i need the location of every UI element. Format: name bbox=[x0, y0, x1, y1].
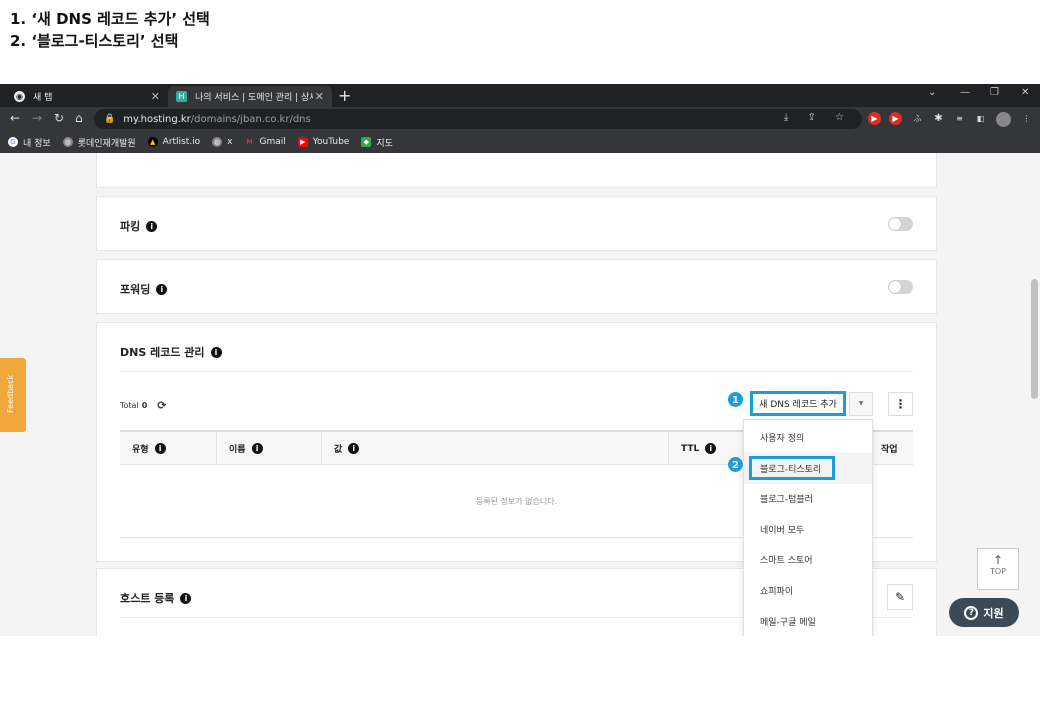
info-icon[interactable]: i bbox=[251, 443, 263, 454]
artlist-icon: ▲ bbox=[147, 137, 158, 147]
forward-icon[interactable]: → bbox=[32, 111, 42, 125]
new-dns-record-button[interactable]: 새 DNS 레코드 추가 bbox=[750, 391, 846, 416]
step-2-marker: 2 bbox=[727, 456, 744, 473]
bookmark-item[interactable]: ◍ x bbox=[212, 137, 232, 147]
previous-card bbox=[96, 153, 937, 188]
tab-new-tab[interactable]: ◉ 새 탭 ✕ bbox=[6, 86, 168, 107]
parking-title: 파킹 i bbox=[120, 218, 158, 234]
bookmark-item[interactable]: ▲ Artlist.io bbox=[147, 137, 200, 147]
extension-icon[interactable]: ふ bbox=[911, 112, 924, 125]
column-name: 이름 i bbox=[217, 432, 322, 465]
forwarding-toggle[interactable] bbox=[888, 280, 913, 294]
scrollbar[interactable] bbox=[1031, 279, 1038, 399]
info-icon[interactable]: i bbox=[156, 283, 168, 295]
forwarding-title: 포워딩 i bbox=[120, 281, 168, 297]
host-title: 호스트 등록 i bbox=[120, 590, 192, 606]
url-path: /domains/jban.co.kr/dns bbox=[190, 113, 311, 125]
puzzle-icon[interactable]: ✱ bbox=[932, 112, 945, 125]
dropdown-item-custom[interactable]: 사용자 정의 bbox=[744, 422, 872, 453]
side-panel-icon[interactable]: ◧ bbox=[974, 112, 987, 125]
refresh-icon[interactable]: ⟳ bbox=[157, 399, 166, 412]
column-type: 유형 i bbox=[120, 432, 217, 465]
divider bbox=[120, 371, 913, 372]
back-icon[interactable]: ← bbox=[10, 111, 20, 125]
globe-icon: ◍ bbox=[212, 137, 223, 147]
restore-icon[interactable]: ❐ bbox=[990, 87, 999, 98]
avatar[interactable] bbox=[996, 112, 1011, 127]
question-icon: ? bbox=[964, 605, 979, 620]
google-icon: G bbox=[8, 137, 18, 147]
pencil-icon[interactable]: ✎ bbox=[887, 584, 913, 610]
tab-label: 나의 서비스 | 도메인 관리 | 상세 bbox=[195, 93, 313, 103]
forwarding-card: 포워딩 i bbox=[96, 259, 937, 314]
new-tab-button[interactable]: + bbox=[338, 86, 351, 105]
instruction-text: 1. ‘새 DNS 레코드 추가’ 선택 2. ‘블로그-티스토리’ 선택 bbox=[10, 8, 210, 52]
scroll-top-button[interactable]: ↑ TOP bbox=[977, 548, 1019, 590]
bookmark-item[interactable]: ◍ 롯데인재개발원 bbox=[62, 136, 136, 149]
step-1-marker: 1 bbox=[727, 391, 744, 408]
page-content: 파킹 i 포워딩 i DNS 레코드 관리 i Total 0 ⟳ 1 새 DNS 레코… bbox=[0, 153, 1040, 636]
support-button[interactable]: ? 지원 bbox=[949, 598, 1019, 627]
gmail-icon: M bbox=[244, 137, 255, 147]
parking-toggle[interactable] bbox=[888, 217, 913, 231]
hosting-favicon-icon: H bbox=[176, 91, 187, 102]
instruction-step-2: 2. ‘블로그-티스토리’ 선택 bbox=[10, 32, 179, 50]
window-close-icon[interactable]: ✕ bbox=[1021, 87, 1029, 98]
highlight-box bbox=[749, 456, 835, 480]
globe-icon: ◍ bbox=[62, 137, 73, 147]
info-icon[interactable]: i bbox=[180, 592, 192, 604]
bookmarks-bar: G내 정보 ◍ 롯데인재개발원 ▲ Artlist.io ◍ x M Gmail ▶ Yo… bbox=[0, 131, 1040, 153]
more-options-button[interactable]: ⋮ bbox=[888, 392, 913, 416]
dropdown-item-google-mail[interactable]: 메일-구글 메일 bbox=[744, 606, 872, 636]
url-host: my.hosting.kr bbox=[123, 113, 191, 125]
column-value: 값i bbox=[322, 432, 669, 465]
star-icon[interactable]: ⤓ ⇪ ☆ bbox=[784, 112, 852, 123]
browser-window: ◉ 새 탭 ✕ H 나의 서비스 | 도메인 관리 | 상세 ✕ + ⌄ — ❐… bbox=[0, 84, 1040, 636]
total-count: Total 0 ⟳ bbox=[120, 399, 167, 412]
extension-red-play-icon[interactable]: ▶ bbox=[868, 112, 881, 125]
feedback-tab[interactable]: Feedback bbox=[0, 358, 26, 432]
kebab-menu-icon[interactable]: ⋮ bbox=[1020, 112, 1033, 125]
extension-red-play-icon[interactable]: ▶ bbox=[889, 112, 902, 125]
info-icon[interactable]: i bbox=[348, 443, 360, 454]
close-icon[interactable]: ✕ bbox=[315, 90, 324, 103]
tab-bar: ◉ 새 탭 ✕ H 나의 서비스 | 도메인 관리 | 상세 ✕ + ⌄ — ❐… bbox=[0, 84, 1040, 107]
column-action: 작업 bbox=[881, 445, 898, 455]
bookmark-item[interactable]: M Gmail bbox=[244, 137, 286, 147]
info-icon[interactable]: i bbox=[705, 443, 717, 454]
tab-label: 새 탭 bbox=[33, 93, 53, 103]
info-icon[interactable]: i bbox=[154, 443, 166, 454]
info-icon[interactable]: i bbox=[210, 346, 222, 358]
dropdown-item-smartstore[interactable]: 스마트 스토어 bbox=[744, 544, 872, 575]
dns-title: DNS 레코드 관리 i bbox=[120, 344, 222, 360]
minimize-icon[interactable]: — bbox=[960, 87, 970, 98]
chevron-down-icon[interactable]: ▼ bbox=[849, 392, 873, 416]
arrow-up-icon: ↑ bbox=[992, 553, 1004, 567]
tab-my-service[interactable]: H 나의 서비스 | 도메인 관리 | 상세 ✕ bbox=[168, 86, 332, 107]
bookmark-item[interactable]: ◆ 지도 bbox=[361, 136, 393, 149]
bookmark-item[interactable]: G내 정보 bbox=[8, 136, 51, 149]
reading-list-icon[interactable]: ≡ bbox=[953, 112, 966, 125]
lock-icon: 🔒 bbox=[104, 114, 116, 124]
maps-icon: ◆ bbox=[361, 137, 372, 147]
dropdown-item-shopify[interactable]: 쇼피파이 bbox=[744, 575, 872, 606]
parking-card: 파킹 i bbox=[96, 196, 937, 251]
youtube-icon: ▶ bbox=[297, 137, 308, 147]
address-bar: ← → ↻ ⌂ 🔒 my.hosting.kr/domains/jban.co.… bbox=[0, 107, 1040, 131]
dropdown-item-tumblr[interactable]: 블로그-텀블러 bbox=[744, 483, 872, 514]
reload-icon[interactable]: ↻ bbox=[54, 111, 64, 125]
dropdown-item-naver-modoo[interactable]: 네이버 모두 bbox=[744, 514, 872, 545]
close-icon[interactable]: ✕ bbox=[151, 90, 160, 103]
home-icon[interactable]: ⌂ bbox=[75, 111, 83, 125]
new-record-dropdown: 사용자 정의 블로그-티스토리 블로그-텀블러 네이버 모두 스마트 스토어 쇼… bbox=[743, 419, 873, 636]
chrome-icon: ◉ bbox=[14, 91, 25, 102]
instruction-step-1: 1. ‘새 DNS 레코드 추가’ 선택 bbox=[10, 10, 210, 28]
tab-search-icon[interactable]: ⌄ bbox=[928, 87, 936, 98]
bookmark-item[interactable]: ▶ YouTube bbox=[297, 137, 349, 147]
feedback-label: Feedback bbox=[6, 374, 15, 413]
info-icon[interactable]: i bbox=[146, 220, 158, 232]
url-input[interactable]: 🔒 my.hosting.kr/domains/jban.co.kr/dns ⤓… bbox=[94, 109, 862, 129]
